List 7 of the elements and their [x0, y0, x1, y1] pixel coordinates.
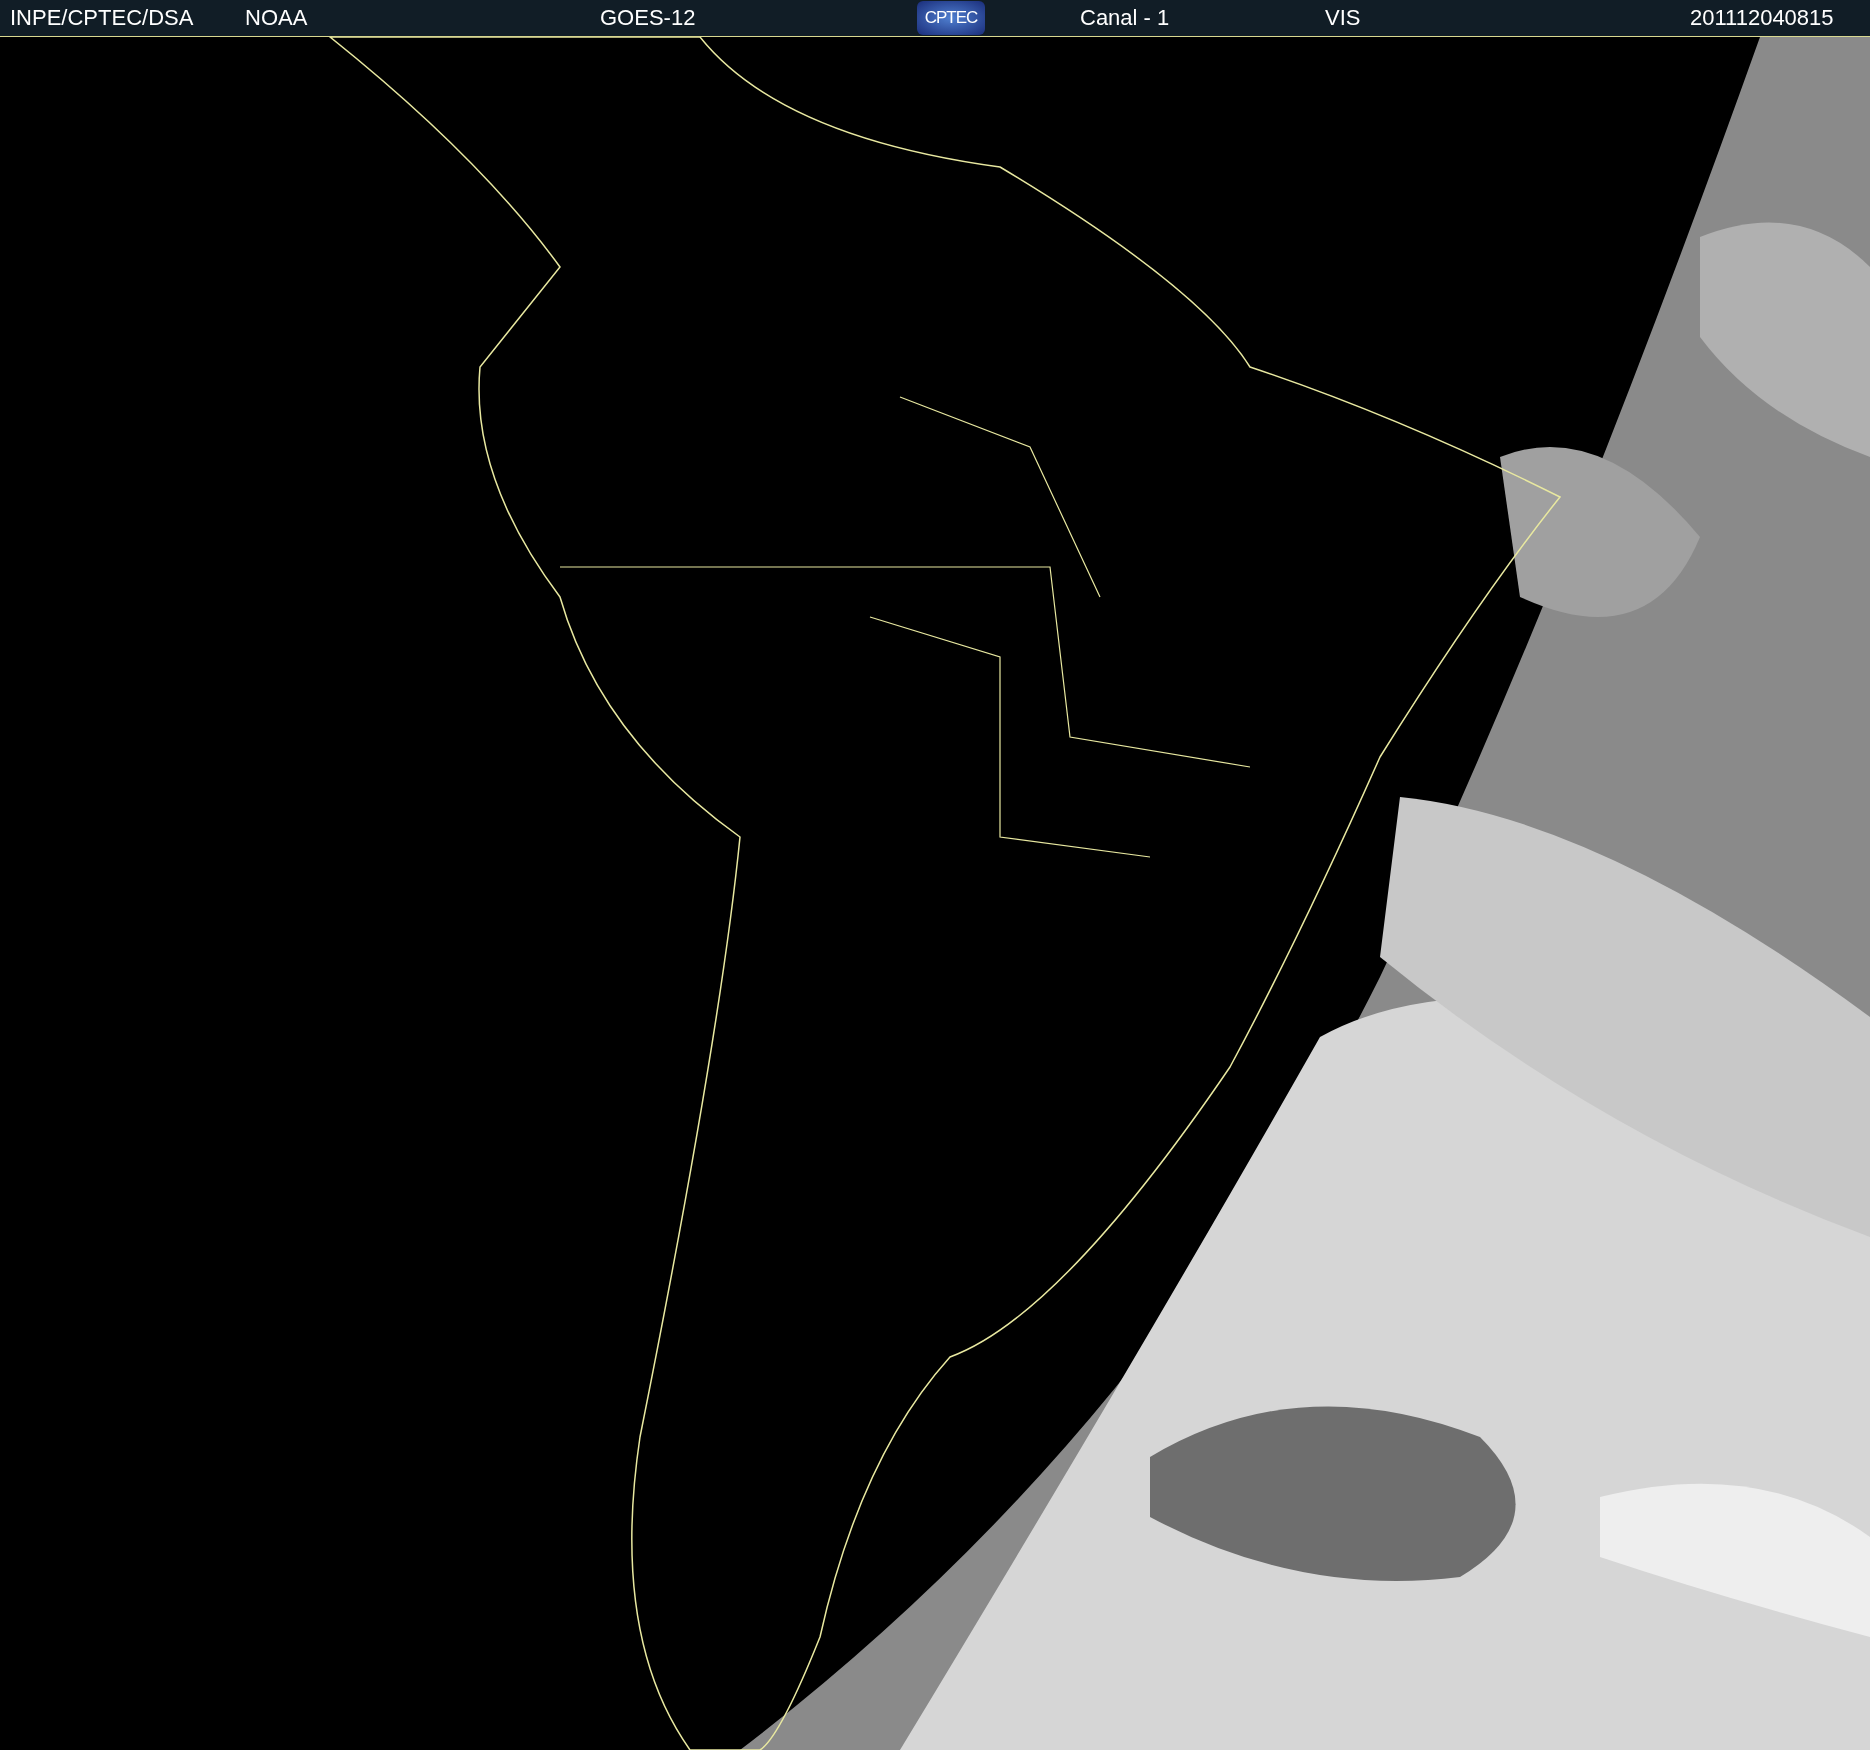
header-label: VIS: [1325, 5, 1361, 30]
header-label: GOES-12: [600, 5, 696, 30]
header-label: Canal - 1: [1080, 5, 1170, 30]
header-label: INPE/CPTEC/DSA: [10, 5, 194, 30]
header-label: 201112040815: [1690, 5, 1834, 30]
header-label: NOAA: [245, 5, 308, 30]
logo: CPTEC: [917, 1, 985, 35]
